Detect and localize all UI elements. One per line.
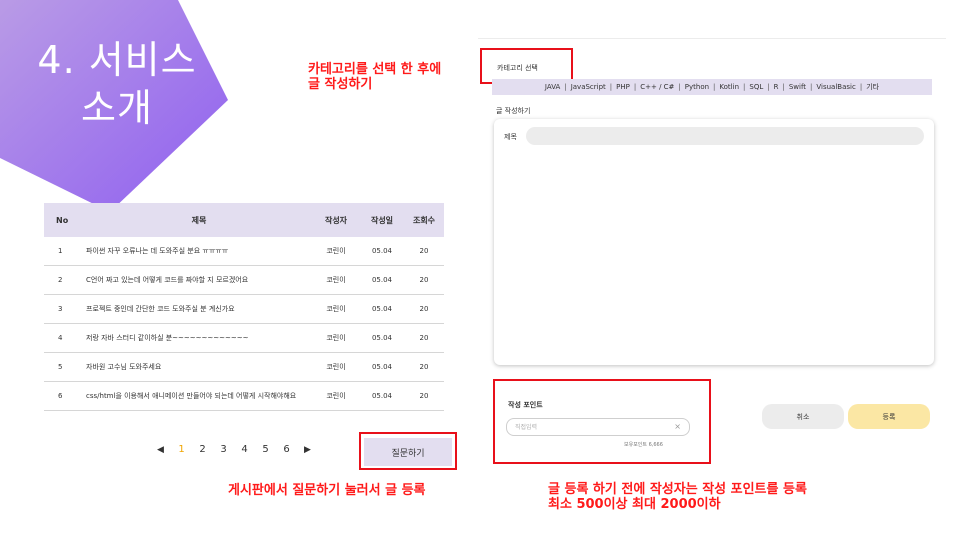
header-date: 작성일: [370, 215, 394, 225]
header-no: No: [56, 215, 69, 225]
row-date: 05.04: [371, 247, 393, 255]
category-note-line2: 글 작성하기: [308, 77, 373, 92]
row-author: 코린이: [326, 247, 346, 255]
row-no: 1: [58, 247, 63, 255]
category-r[interactable]: R: [774, 83, 779, 91]
row-date: 05.04: [371, 305, 393, 313]
board-header: No 제목 작성자 작성일 조회수: [44, 203, 444, 237]
pagination: ◀ 1 2 3 4 5 6 ▶: [150, 444, 318, 455]
header-author: 작성자: [324, 215, 348, 225]
category-swift[interactable]: Swift: [789, 83, 806, 91]
row-no: 2: [58, 276, 63, 284]
row-no: 6: [58, 392, 63, 400]
row-title[interactable]: C언어 짜고 있는데 어떻게 코드를 짜야할 지 모르겠어요: [78, 275, 312, 285]
highlight-box-ask: [359, 432, 457, 470]
category-separator: |: [713, 83, 716, 91]
next-page-icon[interactable]: ▶: [297, 445, 318, 455]
row-title[interactable]: 프로젝트 중인데 간단한 코드 도와주실 분 계신가요: [78, 304, 312, 314]
category-cpp-csharp[interactable]: C++ / C#: [640, 83, 674, 91]
table-row[interactable]: 1 파이썬 자꾸 오류나는 데 도와주실 분요 ㅠㅠㅠㅠ 코린이 05.04 2…: [44, 237, 444, 266]
row-author: 코린이: [326, 363, 346, 371]
row-title[interactable]: 파이썬 자꾸 오류나는 데 도와주실 분요 ㅠㅠㅠㅠ: [78, 246, 312, 256]
category-sql[interactable]: SQL: [749, 83, 763, 91]
question-board: No 제목 작성자 작성일 조회수 1 파이썬 자꾸 오류나는 데 도와주실 분…: [44, 203, 444, 411]
row-author: 코린이: [326, 276, 346, 284]
prev-page-icon[interactable]: ◀: [150, 445, 171, 455]
row-views: 20: [419, 276, 429, 284]
category-separator: |: [633, 83, 637, 91]
row-views: 20: [419, 305, 429, 313]
table-row[interactable]: 2 C언어 짜고 있는데 어떻게 코드를 짜야할 지 모르겠어요 코린이 05.…: [44, 266, 444, 295]
row-views: 20: [419, 363, 429, 371]
category-javascript[interactable]: JavaScript: [571, 83, 606, 91]
subject-input[interactable]: [526, 127, 924, 145]
category-separator: |: [678, 83, 681, 91]
table-row[interactable]: 5 자바원 고수님 도와주세요 코린이 05.04 20: [44, 353, 444, 382]
page-link-current[interactable]: 1: [171, 444, 192, 455]
row-date: 05.04: [371, 276, 393, 284]
table-row[interactable]: 3 프로젝트 중인데 간단한 코드 도와주실 분 계신가요 코린이 05.04 …: [44, 295, 444, 324]
row-date: 05.04: [371, 392, 393, 400]
point-note-line2: 최소 500이상 최대 2000이하: [548, 497, 721, 512]
point-note-line1: 글 등록 하기 전에 작성자는 작성 포인트를 등록: [548, 482, 807, 497]
slide-title: 4. 서비스 소개: [22, 36, 212, 132]
table-row[interactable]: 4 저랑 자바 스터디 같이하실 분~~~~~~~~~~~~~ 코린이 05.0…: [44, 324, 444, 353]
slide-title-line1: 4. 서비스: [37, 38, 197, 82]
page-link[interactable]: 3: [213, 444, 234, 455]
title-blob: 4. 서비스 소개: [0, 0, 240, 215]
row-no: 3: [58, 305, 63, 313]
row-no: 4: [58, 334, 63, 342]
row-date: 05.04: [371, 334, 393, 342]
header-views: 조회수: [412, 215, 436, 225]
divider: [478, 38, 946, 39]
category-visualbasic[interactable]: VisualBasic: [816, 83, 855, 91]
page-link[interactable]: 5: [255, 444, 276, 455]
row-author: 코린이: [326, 305, 346, 313]
write-label: 글 작성하기: [496, 107, 531, 115]
row-title[interactable]: css/html을 이용해서 애니메이션 만들어야 되는데 어떻게 시작해야해요: [78, 391, 312, 401]
category-php[interactable]: PHP: [616, 83, 630, 91]
ask-note: 게시판에서 질문하기 눌러서 글 등록: [228, 483, 426, 498]
category-separator: |: [609, 83, 613, 91]
highlight-box-point: [493, 379, 711, 464]
table-row[interactable]: 6 css/html을 이용해서 애니메이션 만들어야 되는데 어떻게 시작해야…: [44, 382, 444, 411]
category-java[interactable]: JAVA: [545, 83, 560, 91]
row-views: 20: [419, 334, 429, 342]
row-author: 코린이: [326, 334, 346, 342]
page-link[interactable]: 4: [234, 444, 255, 455]
category-python[interactable]: Python: [685, 83, 709, 91]
subject-label: 제목: [504, 133, 517, 141]
header-title: 제목: [191, 215, 207, 225]
category-separator: |: [743, 83, 746, 91]
post-editor[interactable]: 제목: [494, 119, 934, 365]
row-views: 20: [419, 392, 429, 400]
row-views: 20: [419, 247, 429, 255]
category-etc[interactable]: 기타: [866, 82, 879, 92]
category-separator: |: [767, 83, 770, 91]
page-link[interactable]: 6: [276, 444, 297, 455]
submit-button[interactable]: 등록: [848, 404, 930, 429]
row-date: 05.04: [371, 363, 393, 371]
row-author: 코린이: [326, 392, 346, 400]
category-separator: |: [810, 83, 813, 91]
point-note: 글 등록 하기 전에 작성자는 작성 포인트를 등록 최소 500이상 최대 2…: [548, 482, 807, 512]
category-separator: |: [859, 83, 863, 91]
row-title[interactable]: 자바원 고수님 도와주세요: [78, 362, 312, 372]
slide-title-line2: 소개: [81, 86, 153, 130]
category-note: 카테고리를 선택 한 후에 글 작성하기: [308, 62, 441, 92]
category-separator: |: [564, 83, 567, 91]
category-note-line1: 카테고리를 선택 한 후에: [308, 62, 442, 77]
category-bar: JAVA | JavaScript | PHP | C++ / C# | Python |…: [492, 79, 932, 95]
category-kotlin[interactable]: Kotlin: [719, 83, 739, 91]
row-no: 5: [58, 363, 63, 371]
cancel-button[interactable]: 취소: [762, 404, 844, 429]
category-separator: |: [782, 83, 785, 91]
page-link[interactable]: 2: [192, 444, 213, 455]
row-title[interactable]: 저랑 자바 스터디 같이하실 분~~~~~~~~~~~~~: [78, 333, 312, 343]
